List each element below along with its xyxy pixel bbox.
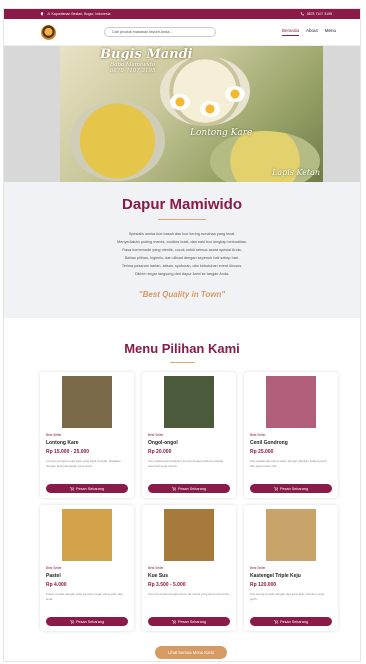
product-price: Rp 20.000 xyxy=(148,449,172,455)
product-price: Rp 25.000 xyxy=(250,449,274,455)
top-info-bar: Jl. Kapuntenan Bestari, Bogor, Indonesia… xyxy=(4,9,360,19)
hero-brand-phone: 0878 7107 3195 xyxy=(110,68,156,74)
product-card: Best Seller Kastengel Triple Keju Rp 120… xyxy=(244,505,338,631)
about-line: Bahan pilihan, higienis, dan dibuat deng… xyxy=(125,256,239,261)
cart-icon xyxy=(171,619,176,624)
order-now-button[interactable]: Pesan Sekarang xyxy=(46,617,128,626)
product-card: Best Seller Lontong Kare Rp 15.000 - 25.… xyxy=(40,372,134,498)
hero-label-lontong: Lontong Kare xyxy=(190,128,253,138)
order-now-label: Pesan Sekarang xyxy=(279,486,309,491)
product-badge: Best Seller xyxy=(250,433,266,437)
hero-egg xyxy=(225,86,245,102)
hero-egg xyxy=(200,101,220,117)
hero-label-lapis: Lapis Ketan xyxy=(272,168,321,177)
about-line: Terima pesanan harian, arisan, syukuran,… xyxy=(121,264,243,269)
about-line: Rasa homemade yang otentik, cocok untuk … xyxy=(122,248,242,253)
phone-text: 0878 7107 3195 xyxy=(306,12,332,16)
product-name[interactable]: Cenil Gondrong xyxy=(250,440,332,446)
navbar: Cari produk makanan favorit Anda... Bera… xyxy=(4,19,360,46)
cart-icon xyxy=(273,619,278,624)
product-description: Kue sus lembut dengan isian vla manis ya… xyxy=(148,592,230,596)
product-image[interactable] xyxy=(266,509,316,561)
hero-brand-title: Bugis Mandi xyxy=(100,47,193,62)
product-name[interactable]: Ongol-ongol xyxy=(148,440,230,446)
product-description: Pastel renyah dengan isian sayuran segar… xyxy=(46,592,123,601)
search-placeholder: Cari produk makanan favorit Anda... xyxy=(112,30,173,34)
product-description: Kue kering renyah dengan tiga jenis keju… xyxy=(250,592,325,601)
about-line: Menyediakan puding mamiz, cookies lezat,… xyxy=(117,240,247,245)
about-title: Dapur Mamiwido xyxy=(121,196,242,213)
product-badge: Best Seller xyxy=(46,566,62,570)
order-now-button[interactable]: Pesan Sekarang xyxy=(148,484,230,493)
product-name[interactable]: Kastengel Triple Keju xyxy=(250,573,332,579)
phone-icon xyxy=(300,12,304,16)
view-all-menu-button[interactable]: Lihat Semua Menu Kami xyxy=(155,646,227,659)
page: Jl. Kapuntenan Bestari, Bogor, Indonesia… xyxy=(3,8,361,662)
product-card: Best Seller Ongol-ongol Rp 20.000 Kue tr… xyxy=(142,372,236,498)
nav-link-menu[interactable]: Menu xyxy=(325,28,336,36)
product-image[interactable] xyxy=(62,509,112,561)
address-text: Jl. Kapuntenan Bestari, Bogor, Indonesia xyxy=(47,12,111,16)
product-card: Best Seller Kue Sus Rp 3.500 - 5.000 Kue… xyxy=(142,505,236,631)
nav-link-about[interactable]: About xyxy=(306,28,318,36)
product-image[interactable] xyxy=(164,509,214,561)
about-tagline: "Best Quality in Town" xyxy=(138,289,226,299)
product-badge: Best Seller xyxy=(148,566,164,570)
product-badge: Best Seller xyxy=(46,433,62,437)
product-name[interactable]: Lontong Kare xyxy=(46,440,128,446)
hero-banner: Bugis Mandi Bapa Mamiwido 0878 7107 3195… xyxy=(4,46,360,182)
order-now-button[interactable]: Pesan Sekarang xyxy=(148,617,230,626)
order-now-button[interactable]: Pesan Sekarang xyxy=(250,617,332,626)
hero-brand: Bugis Mandi Bapa Mamiwido 0878 7107 3195 xyxy=(100,47,193,74)
location-pin-icon xyxy=(40,12,44,16)
product-badge: Best Seller xyxy=(148,433,164,437)
cart-icon xyxy=(273,486,278,491)
nav-link-beranda[interactable]: Beranda xyxy=(281,28,299,36)
nav-menu: Beranda About Menu xyxy=(281,28,336,36)
product-price: Rp 4.000 xyxy=(46,582,67,588)
about-line: Dikirim segar langsung dari dapur kami k… xyxy=(134,272,230,277)
order-now-button[interactable]: Pesan Sekarang xyxy=(250,484,332,493)
address-group: Jl. Kapuntenan Bestari, Bogor, Indonesia xyxy=(40,12,110,16)
product-price: Rp 120.000 xyxy=(250,582,277,588)
about-section: Dapur Mamiwido Spesialis aneka kue basah… xyxy=(4,182,360,318)
hero-image: Bugis Mandi Bapa Mamiwido 0878 7107 3195… xyxy=(60,46,323,182)
order-now-label: Pesan Sekarang xyxy=(75,486,105,491)
order-now-label: Pesan Sekarang xyxy=(177,486,207,491)
product-description: Lontong dengan kuah kare yang kaya rempa… xyxy=(46,459,121,468)
product-card: Best Seller Cenil Gondrong Rp 25.000 Kue… xyxy=(244,372,338,498)
product-description: Kue tradisional warna-warni dengan tabur… xyxy=(250,459,327,468)
order-now-label: Pesan Sekarang xyxy=(177,619,207,624)
hero-egg xyxy=(170,94,190,110)
product-card: Best Seller Pastel Rp 4.000 Pastel renya… xyxy=(40,505,134,631)
brand-logo[interactable] xyxy=(41,24,56,40)
product-name[interactable]: Pastel xyxy=(46,573,128,579)
order-now-button[interactable]: Pesan Sekarang xyxy=(46,484,128,493)
search-input[interactable]: Cari produk makanan favorit Anda... xyxy=(104,27,216,37)
product-badge: Best Seller xyxy=(250,566,266,570)
product-name[interactable]: Kue Sus xyxy=(148,573,230,579)
order-now-label: Pesan Sekarang xyxy=(75,619,105,624)
product-image[interactable] xyxy=(266,376,316,428)
menu-divider xyxy=(169,362,195,363)
product-price: Rp 15.000 - 25.000 xyxy=(46,449,90,455)
product-grid: Best Seller Lontong Kare Rp 15.000 - 25.… xyxy=(40,372,338,631)
menu-section-title: Menu Pilihan Kami xyxy=(124,341,240,356)
cart-icon xyxy=(171,486,176,491)
cart-icon xyxy=(69,486,74,491)
product-image[interactable] xyxy=(164,376,214,428)
about-divider xyxy=(158,219,206,220)
order-now-label: Pesan Sekarang xyxy=(279,619,309,624)
about-line: Spesialis aneka kue basah dan kue kering… xyxy=(128,232,236,236)
product-price: Rp 3.500 - 5.000 xyxy=(148,582,186,588)
menu-section-header: Menu Pilihan Kami xyxy=(4,318,360,363)
product-description: Kue tradisional bertekstur kenyal dengan… xyxy=(148,459,224,468)
hero-plate-kue xyxy=(70,101,165,181)
phone-group: 0878 7107 3195 xyxy=(300,12,332,16)
product-image[interactable] xyxy=(62,376,112,428)
cart-icon xyxy=(69,619,74,624)
